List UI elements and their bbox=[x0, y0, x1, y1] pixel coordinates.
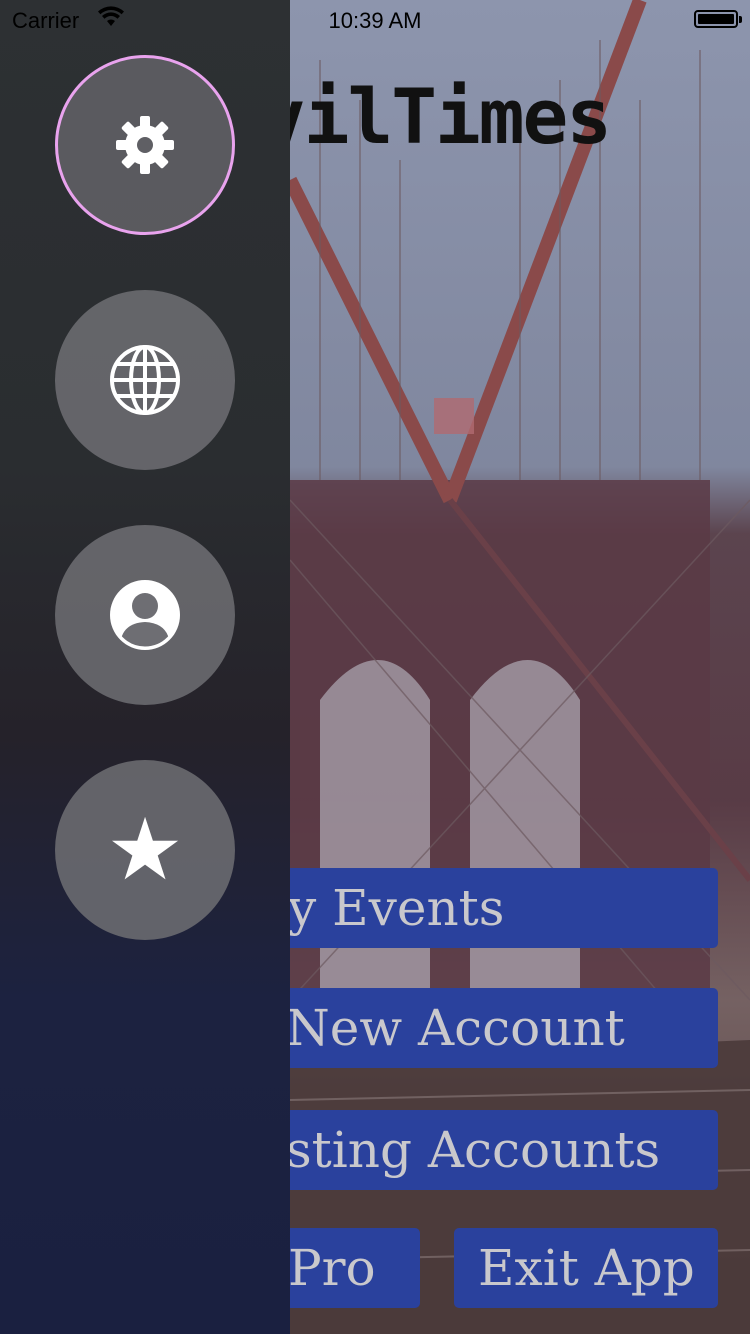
status-time: 10:39 AM bbox=[328, 8, 422, 33]
existing-accounts-button[interactable]: sting Accounts bbox=[248, 1110, 718, 1190]
globe-button[interactable] bbox=[55, 290, 235, 470]
star-icon: ★ bbox=[106, 800, 184, 900]
new-account-button[interactable]: New Account bbox=[248, 988, 718, 1068]
battery-icon bbox=[694, 10, 742, 28]
my-events-button[interactable]: y Events bbox=[248, 868, 718, 948]
status-bar: Carrier 10:39 AM bbox=[0, 0, 750, 40]
user-icon bbox=[109, 579, 181, 651]
globe-icon bbox=[109, 344, 181, 416]
app-title: vilTimes bbox=[260, 72, 612, 161]
favorites-button[interactable]: ★ bbox=[55, 760, 235, 940]
gear-icon bbox=[114, 114, 176, 176]
exit-app-button[interactable]: Exit App bbox=[454, 1228, 718, 1308]
side-menu: ★ bbox=[0, 0, 290, 1334]
profile-button[interactable] bbox=[55, 525, 235, 705]
settings-button[interactable] bbox=[55, 55, 235, 235]
